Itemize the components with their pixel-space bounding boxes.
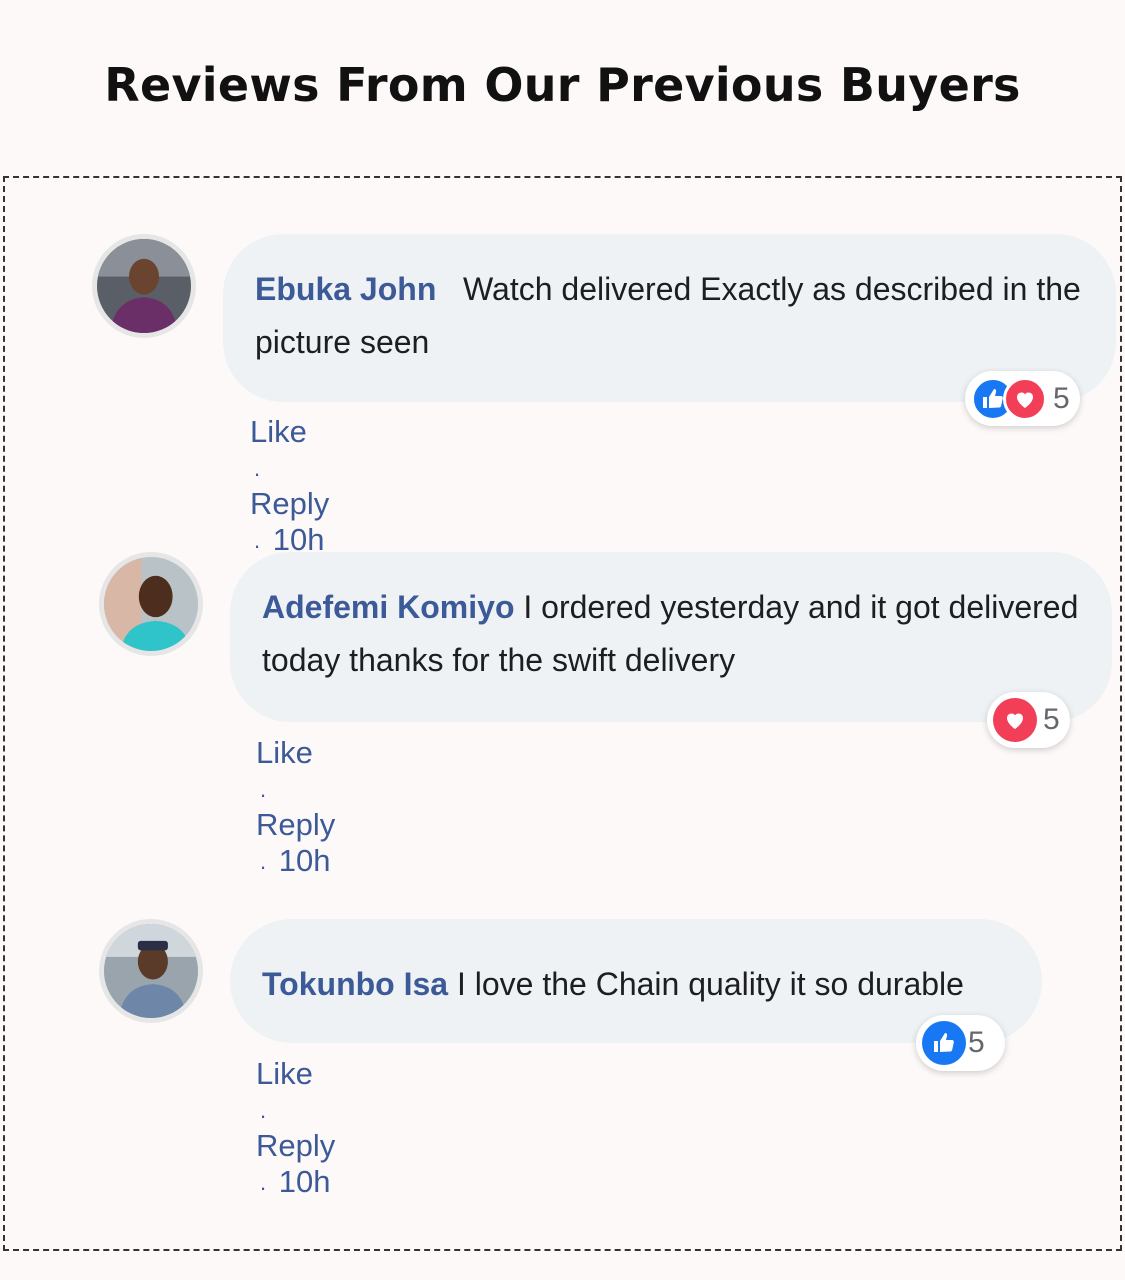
love-icon [1003, 376, 1047, 421]
comment-time[interactable]: 10h [279, 843, 331, 878]
avatar[interactable] [92, 234, 196, 338]
commenter-name[interactable]: Ebuka John [255, 271, 436, 307]
reaction-summary[interactable]: 5 [987, 692, 1070, 748]
avatar[interactable] [99, 552, 203, 656]
like-link[interactable]: Like [256, 735, 313, 770]
like-link[interactable]: Like [250, 414, 307, 449]
comment-actions: Like . Reply . 10h [256, 735, 335, 879]
reaction-summary[interactable]: 5 [965, 371, 1080, 426]
separator: . [254, 528, 261, 553]
separator: . [260, 777, 267, 802]
commenter-name[interactable]: Adefemi Komiyo [262, 589, 514, 625]
avatar[interactable] [99, 919, 203, 1023]
commenter-name[interactable]: Tokunbo Isa [262, 966, 448, 1002]
reaction-count: 5 [1043, 703, 1060, 736]
separator: . [260, 1098, 267, 1123]
comment-actions: Like . Reply . 10h [256, 1056, 335, 1200]
reaction-count: 5 [968, 1026, 985, 1059]
reviews-page: Reviews From Our Previous Buyers Ebuka J… [0, 0, 1125, 1280]
comment-bubble: Tokunbo Isa I love the Chain quality it … [230, 919, 1042, 1043]
separator: . [260, 1170, 267, 1195]
reaction-summary[interactable]: 5 [916, 1015, 1005, 1071]
avatar-photo [104, 557, 198, 651]
comment-actions: Like . Reply . 10h [250, 414, 329, 558]
separator: . [260, 849, 267, 874]
reply-link[interactable]: Reply [256, 1128, 335, 1163]
reply-link[interactable]: Reply [256, 807, 335, 842]
like-icon [922, 1021, 966, 1065]
comment-bubble: Adefemi Komiyo I ordered yesterday and i… [230, 552, 1112, 722]
comment-text: I love the Chain quality it so durable [456, 966, 964, 1002]
avatar-photo [104, 924, 198, 1018]
avatar-photo [97, 239, 191, 333]
separator: . [254, 456, 261, 481]
comment-time[interactable]: 10h [279, 1164, 331, 1199]
like-link[interactable]: Like [256, 1056, 313, 1091]
reply-link[interactable]: Reply [250, 486, 329, 521]
page-title: Reviews From Our Previous Buyers [104, 58, 1021, 112]
love-icon [993, 698, 1037, 742]
reaction-count: 5 [1053, 381, 1070, 415]
